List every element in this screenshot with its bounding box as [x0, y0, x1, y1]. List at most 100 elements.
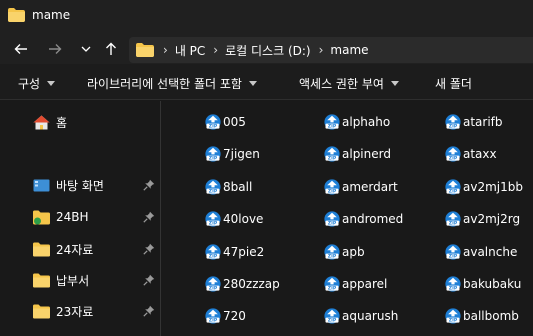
share-with-label: 액세스 권한 부여: [299, 77, 384, 91]
zip-file-icon: ZIP: [205, 146, 221, 162]
caret-down-icon: [47, 81, 56, 86]
svg-text:ZIP: ZIP: [209, 188, 218, 194]
sidebar-item-24-materials[interactable]: 24자료: [33, 239, 158, 259]
zip-file-icon: ZIP: [445, 179, 461, 194]
svg-text:ZIP: ZIP: [209, 253, 218, 259]
folder-icon: [8, 8, 25, 22]
file-item[interactable]: ZIP 8ball: [205, 177, 252, 197]
file-name: av2mj2rg: [463, 212, 521, 227]
file-name: avalnche: [463, 244, 518, 259]
file-item[interactable]: ZIP 005: [205, 112, 246, 132]
file-name: 7jigen: [223, 147, 260, 162]
svg-text:ZIP: ZIP: [209, 221, 218, 227]
folder-sync-icon: [33, 210, 50, 224]
file-name: 8ball: [223, 179, 253, 194]
file-name: 280zzzap: [223, 277, 280, 291]
zip-file-icon: ZIP: [205, 114, 221, 130]
file-item[interactable]: ZIP ataxx: [445, 144, 497, 164]
svg-text:ZIP: ZIP: [449, 286, 458, 292]
zip-file-icon: ZIP: [205, 243, 221, 259]
zip-file-icon: ZIP: [324, 243, 340, 259]
share-with-menu[interactable]: 액세스 권한 부여: [299, 75, 399, 92]
file-item[interactable]: ZIP av2mj2rg: [445, 209, 520, 229]
file-item[interactable]: ZIP atarifb: [445, 112, 503, 132]
back-button[interactable]: [11, 40, 31, 58]
pin-icon[interactable]: [143, 211, 155, 223]
pin-icon[interactable]: [143, 243, 155, 255]
file-name: ballbomb: [463, 309, 519, 324]
zip-file-icon: ZIP: [324, 308, 340, 324]
pin-icon[interactable]: [143, 305, 155, 317]
file-item[interactable]: ZIP apparel: [324, 274, 387, 294]
svg-text:ZIP: ZIP: [328, 286, 337, 292]
address-bar[interactable]: › 내 PC › 로컬 디스크 (D:) › mame: [129, 37, 533, 63]
file-item[interactable]: ZIP aquarush: [324, 306, 398, 326]
zip-file-icon: ZIP: [445, 308, 461, 324]
up-button[interactable]: [101, 40, 121, 58]
zip-file-icon: ZIP: [445, 146, 461, 162]
svg-text:ZIP: ZIP: [449, 124, 458, 130]
file-item[interactable]: ZIP alpinerd: [324, 144, 391, 164]
sidebar-item-payment-notice[interactable]: 납부서: [33, 270, 158, 290]
home-icon: [33, 115, 50, 129]
svg-text:ZIP: ZIP: [449, 253, 458, 259]
folder-icon: [33, 304, 50, 318]
sidebar-item-desktop[interactable]: 바탕 화면: [33, 175, 158, 195]
folder-icon: [33, 273, 50, 287]
new-folder-button[interactable]: 새 폴더: [435, 75, 472, 92]
breadcrumb-this-pc[interactable]: 내 PC: [175, 42, 205, 59]
file-item[interactable]: ZIP andromed: [324, 209, 403, 229]
sidebar-item-24bh[interactable]: 24BH: [33, 207, 158, 227]
svg-text:ZIP: ZIP: [449, 188, 458, 194]
file-item[interactable]: ZIP alphaho: [324, 112, 390, 132]
file-item[interactable]: ZIP amerdart: [324, 177, 398, 197]
include-in-library-label: 라이브러리에 선택한 폴더 포함: [87, 77, 242, 91]
sidebar-item-23-materials[interactable]: 23자료: [33, 301, 158, 321]
navigation-bar: › 내 PC › 로컬 디스크 (D:) › mame: [0, 34, 533, 64]
svg-text:ZIP: ZIP: [209, 156, 218, 162]
zip-file-icon: ZIP: [205, 211, 221, 227]
folder-icon: [33, 242, 50, 256]
file-name: apparel: [342, 277, 388, 291]
sidebar-item-label: 바탕 화면: [56, 178, 104, 193]
sidebar-item-home[interactable]: 홈: [33, 112, 158, 132]
file-name: andromed: [342, 212, 404, 227]
file-name: 720: [223, 309, 246, 324]
svg-text:ZIP: ZIP: [328, 124, 337, 130]
zip-file-icon: ZIP: [324, 211, 340, 227]
file-item[interactable]: ZIP 280zzzap: [205, 274, 280, 294]
file-name: amerdart: [342, 179, 398, 194]
window-title: mame: [32, 8, 71, 22]
svg-text:ZIP: ZIP: [209, 286, 218, 292]
file-item[interactable]: ZIP bakubaku: [445, 274, 521, 294]
zip-file-icon: ZIP: [324, 179, 340, 194]
zip-file-icon: ZIP: [324, 114, 340, 130]
file-item[interactable]: ZIP ballbomb: [445, 306, 519, 326]
sidebar-item-label: 23자료: [56, 304, 94, 319]
file-item[interactable]: ZIP avalnche: [445, 242, 517, 262]
file-item[interactable]: ZIP 7jigen: [205, 144, 260, 164]
breadcrumb-mame[interactable]: mame: [330, 43, 368, 57]
arrow-right-icon: [49, 44, 62, 54]
pin-icon[interactable]: [143, 274, 155, 286]
file-item[interactable]: ZIP 40love: [205, 209, 263, 229]
pin-icon[interactable]: [143, 179, 155, 191]
include-in-library-menu[interactable]: 라이브러리에 선택한 폴더 포함: [87, 75, 257, 92]
title-bar: mame: [0, 0, 533, 34]
breadcrumb-local-disk[interactable]: 로컬 디스크 (D:): [225, 42, 310, 59]
svg-text:ZIP: ZIP: [328, 221, 337, 227]
organize-menu[interactable]: 구성: [18, 75, 56, 92]
file-item[interactable]: ZIP apb: [324, 242, 365, 262]
zip-file-icon: ZIP: [324, 276, 340, 292]
sidebar-item-label: 24BH: [56, 210, 89, 224]
file-item[interactable]: ZIP 720: [205, 306, 246, 326]
forward-button[interactable]: [45, 40, 65, 58]
recent-locations-button[interactable]: [76, 40, 96, 58]
file-item[interactable]: ZIP av2mj1bb: [445, 177, 523, 197]
breadcrumb-separator: ›: [213, 43, 219, 57]
file-item[interactable]: ZIP 47pie2: [205, 242, 264, 262]
file-name: av2mj1bb: [463, 179, 523, 194]
file-name: alpinerd: [342, 147, 391, 162]
zip-file-icon: ZIP: [205, 276, 221, 292]
file-name: alphaho: [342, 115, 391, 129]
